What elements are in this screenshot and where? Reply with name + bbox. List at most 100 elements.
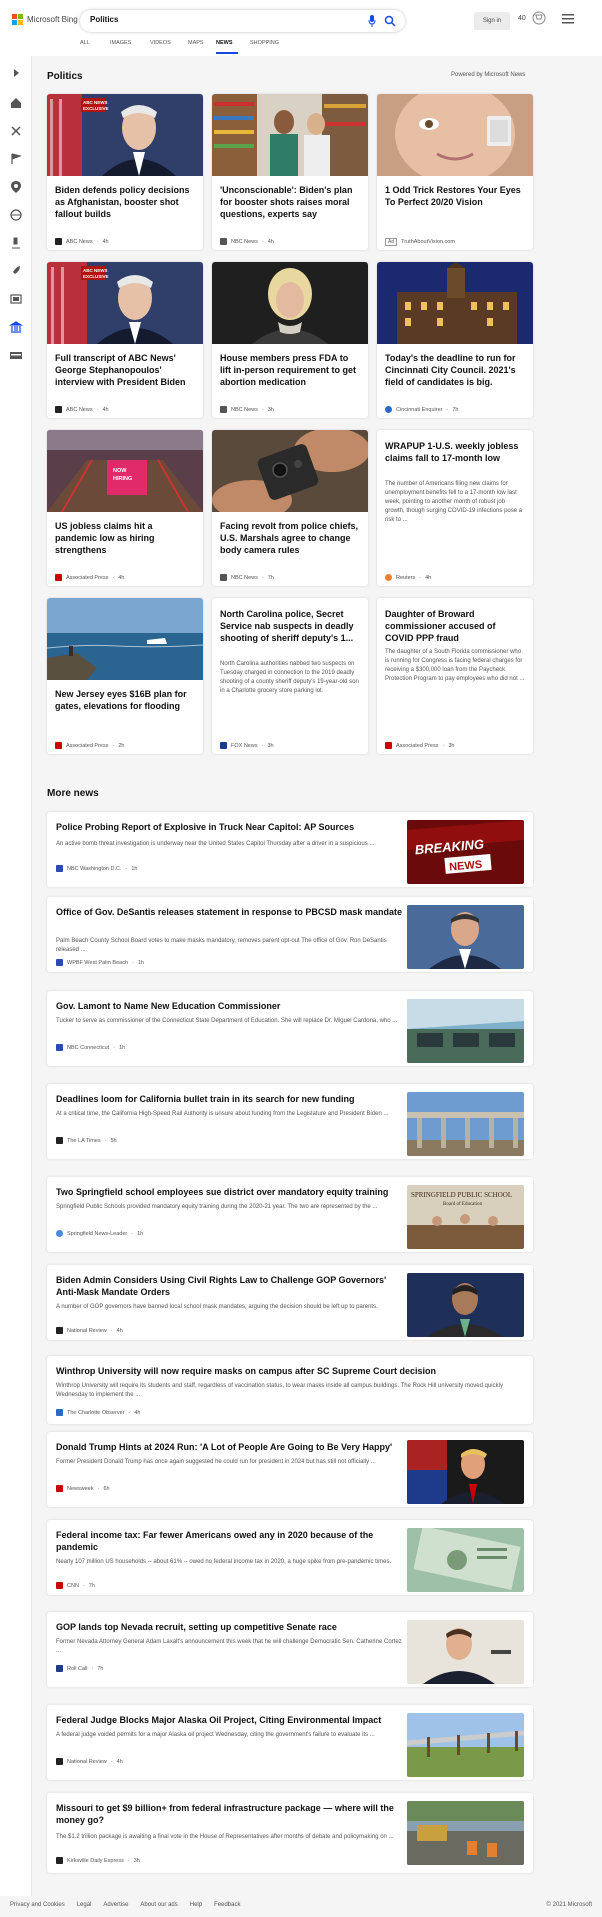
more-news-item[interactable]: Two Springfield school employees sue dis…	[47, 1177, 533, 1252]
more-news-item[interactable]: Winthrop University will now require mas…	[47, 1356, 533, 1424]
more-news-item[interactable]: Missouri to get $9 billion+ from federal…	[47, 1793, 533, 1873]
news-image: ABC NEWS EXCLUSIVE	[47, 262, 203, 344]
card-title[interactable]: 'Unconscionable': Biden's plan for boost…	[220, 184, 360, 220]
search-input[interactable]: Politics	[90, 15, 118, 24]
item-title[interactable]: Deadlines loom for California bullet tra…	[56, 1093, 406, 1105]
item-source: Newsweek · 6h	[56, 1485, 110, 1492]
card-title[interactable]: 1 Odd Trick Restores Your Eyes To Perfec…	[385, 184, 525, 208]
tab-images[interactable]: IMAGES	[110, 40, 150, 54]
footer-link-feedback[interactable]: Feedback	[214, 1902, 240, 1908]
ad-card[interactable]: 1 Odd Trick Restores Your Eyes To Perfec…	[377, 94, 533, 250]
item-title[interactable]: Donald Trump Hints at 2024 Run: 'A Lot o…	[56, 1441, 406, 1453]
expand-arrow-icon[interactable]	[9, 66, 23, 80]
money-icon[interactable]	[9, 348, 23, 362]
news-card[interactable]: North Carolina police, Secret Service na…	[212, 598, 368, 754]
card-title[interactable]: US jobless claims hit a pandemic low as …	[55, 520, 195, 556]
more-news-item[interactable]: Deadlines loom for California bullet tra…	[47, 1084, 533, 1159]
item-title[interactable]: Missouri to get $9 billion+ from federal…	[56, 1802, 406, 1826]
news-card[interactable]: ABC NEWS EXCLUSIVE Biden defends policy …	[47, 94, 203, 250]
rewards-points[interactable]: 40	[518, 15, 526, 22]
card-title[interactable]: WRAPUP 1-U.S. weekly jobless claims fall…	[385, 440, 525, 464]
item-description: Tucker to serve as commissioner of the C…	[56, 1018, 398, 1024]
la-times-logo-icon	[56, 1137, 63, 1144]
news-card[interactable]: ABC NEWS EXCLUSIVE Full transcript of AB…	[47, 262, 203, 418]
item-title[interactable]: Federal Judge Blocks Major Alaska Oil Pr…	[56, 1714, 406, 1726]
card-title[interactable]: Full transcript of ABC News' George Step…	[55, 352, 195, 388]
more-news-item[interactable]: Donald Trump Hints at 2024 Run: 'A Lot o…	[47, 1432, 533, 1507]
news-card[interactable]: NOW HIRING US jobless claims hit a pande…	[47, 430, 203, 586]
more-news-item[interactable]: Office of Gov. DeSantis releases stateme…	[47, 897, 533, 972]
item-description: Palm Beach County School Board votes to …	[56, 938, 387, 953]
card-source: Reuters · 4h	[385, 574, 431, 581]
card-title[interactable]: Biden defends policy decisions as Afghan…	[55, 184, 195, 220]
item-title[interactable]: Gov. Lamont to Name New Education Commis…	[56, 1000, 406, 1012]
tab-videos[interactable]: VIDEOS	[150, 40, 188, 54]
microscope-icon[interactable]	[9, 236, 23, 250]
item-title[interactable]: Police Probing Report of Explosive in Tr…	[56, 821, 406, 833]
card-title[interactable]: Today's the deadline to run for Cincinna…	[385, 352, 525, 388]
more-news-item[interactable]: Federal Judge Blocks Major Alaska Oil Pr…	[47, 1705, 533, 1780]
rocket-icon[interactable]	[9, 264, 23, 278]
footer-link-help[interactable]: Help	[190, 1902, 202, 1908]
news-card[interactable]: 'Unconscionable': Biden's plan for boost…	[212, 94, 368, 250]
news-card[interactable]: New Jersey eyes $16B plan for gates, ele…	[47, 598, 203, 754]
item-source: NBC Connecticut · 1h	[56, 1044, 125, 1051]
news-image: NOW HIRING	[47, 430, 203, 512]
kirksville-logo-icon	[56, 1857, 63, 1864]
item-title[interactable]: Two Springfield school employees sue dis…	[56, 1186, 406, 1198]
more-news-item[interactable]: Federal income tax: Far fewer Americans …	[47, 1520, 533, 1595]
search-icon[interactable]	[384, 15, 396, 27]
card-title[interactable]: Facing revolt from police chiefs, U.S. M…	[220, 520, 360, 556]
item-source: CNN · 7h	[56, 1582, 95, 1589]
news-card[interactable]: Daughter of Broward commissioner accused…	[377, 598, 533, 754]
rewards-trophy-icon[interactable]	[532, 11, 546, 25]
bing-logo[interactable]: Microsoft Bing	[12, 14, 78, 25]
card-title[interactable]: Daughter of Broward commissioner accused…	[385, 608, 525, 644]
search-box[interactable]: Politics	[80, 10, 405, 32]
card-title[interactable]: House members press FDA to lift in-perso…	[220, 352, 360, 388]
more-news-item[interactable]: GOP lands top Nevada recruit, setting up…	[47, 1612, 533, 1687]
microphone-icon[interactable]	[368, 15, 376, 27]
svg-text:ABC NEWS: ABC NEWS	[83, 268, 108, 273]
item-thumbnail: BREAKING NEWS	[407, 820, 524, 884]
tab-news[interactable]: NEWS	[216, 40, 238, 54]
search-tabs: ALL IMAGES VIDEOS MAPS NEWS SHOPPING	[80, 40, 290, 54]
location-icon[interactable]	[9, 180, 23, 194]
hamburger-menu-icon[interactable]	[562, 14, 574, 24]
flag-icon[interactable]	[9, 152, 23, 166]
home-icon[interactable]	[9, 96, 23, 110]
item-description: Former Nevada Attorney General Adam Laxa…	[56, 1639, 402, 1654]
nbc-logo-icon	[56, 865, 63, 872]
footer-link-advertise[interactable]: Advertise	[103, 1902, 128, 1908]
more-news-item[interactable]: Gov. Lamont to Name New Education Commis…	[47, 991, 533, 1066]
card-title[interactable]: North Carolina police, Secret Service na…	[220, 608, 360, 644]
tab-all[interactable]: ALL	[80, 40, 110, 54]
sports-icon[interactable]	[9, 124, 23, 138]
news-card[interactable]: Today's the deadline to run for Cincinna…	[377, 262, 533, 418]
tab-shopping[interactable]: SHOPPING	[250, 40, 290, 54]
card-source: Ad TruthAboutVision.com	[385, 238, 455, 246]
item-title[interactable]: Office of Gov. DeSantis releases stateme…	[56, 906, 406, 918]
item-title[interactable]: Federal income tax: Far fewer Americans …	[56, 1529, 406, 1553]
more-news-item[interactable]: Police Probing Report of Explosive in Tr…	[47, 812, 533, 887]
item-title[interactable]: Biden Admin Considers Using Civil Rights…	[56, 1274, 406, 1298]
tab-maps[interactable]: MAPS	[188, 40, 216, 54]
signin-button[interactable]: Sign in	[474, 12, 510, 30]
item-title[interactable]: GOP lands top Nevada recruit, setting up…	[56, 1621, 406, 1633]
item-title[interactable]: Winthrop University will now require mas…	[56, 1365, 516, 1377]
footer-link-about-ads[interactable]: About our ads	[140, 1902, 177, 1908]
card-source: NBC News · 4h	[220, 238, 274, 245]
footer-link-privacy[interactable]: Privacy and Cookies	[10, 1902, 65, 1908]
entertainment-icon[interactable]	[9, 292, 23, 306]
footer-link-legal[interactable]: Legal	[77, 1902, 92, 1908]
politics-building-icon[interactable]	[9, 320, 23, 334]
news-card[interactable]: House members press FDA to lift in-perso…	[212, 262, 368, 418]
news-card[interactable]: WRAPUP 1-U.S. weekly jobless claims fall…	[377, 430, 533, 586]
item-thumbnail	[407, 1801, 524, 1865]
news-card[interactable]: Facing revolt from police chiefs, U.S. M…	[212, 430, 368, 586]
globe-icon[interactable]	[9, 208, 23, 222]
item-description: Springfield Public Schools provided mand…	[56, 1204, 378, 1210]
card-title[interactable]: New Jersey eyes $16B plan for gates, ele…	[55, 688, 195, 712]
nbc-logo-icon	[56, 1044, 63, 1051]
more-news-item[interactable]: Biden Admin Considers Using Civil Rights…	[47, 1265, 533, 1340]
